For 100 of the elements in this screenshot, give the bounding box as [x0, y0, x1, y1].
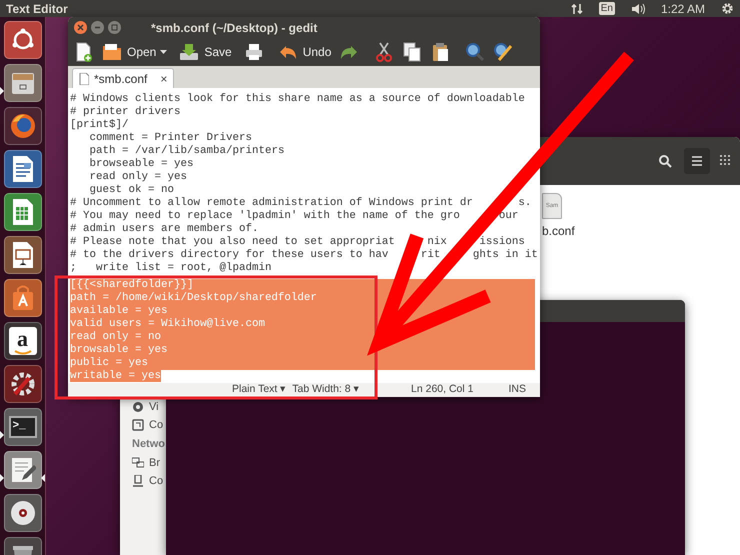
code-text: ghts in it: [472, 249, 538, 261]
code-text: # Please note that you also need to set appropriat: [70, 236, 395, 248]
new-document-icon: [74, 42, 92, 62]
download-arrow-icon: [179, 42, 200, 62]
globe-icon: [8, 112, 36, 140]
sidebar-item[interactable]: Co: [149, 472, 164, 490]
code-text: # admin users are members of.: [70, 223, 258, 235]
close-button[interactable]: [74, 21, 87, 34]
launcher-item[interactable]: [4, 279, 42, 317]
code-text: read only = no: [70, 331, 161, 343]
code-text: # to the drivers directory for these users to hav: [70, 249, 388, 261]
launcher-item[interactable]: [4, 236, 42, 274]
tab-close-button[interactable]: ×: [160, 70, 168, 88]
search-icon: [658, 154, 672, 168]
list-icon: [690, 154, 704, 168]
settings-icon[interactable]: [721, 2, 734, 15]
code-text: # printer drivers: [70, 106, 180, 118]
code-text: available = yes: [70, 305, 168, 317]
app-title: Text Editor: [6, 0, 68, 18]
code-text: read only = yes: [90, 171, 187, 183]
save-button[interactable]: Save: [177, 39, 234, 65]
disk-icon: [132, 401, 144, 413]
code-text: rit: [420, 249, 440, 261]
sidebar-item[interactable]: Vi: [149, 398, 159, 416]
sidebar-heading: Netwo: [132, 436, 166, 452]
keyboard-layout-indicator[interactable]: En: [598, 2, 615, 15]
printer-icon: [244, 42, 264, 62]
launcher-item[interactable]: [4, 21, 42, 59]
code-text: s.: [518, 197, 532, 209]
smile-arc-icon: [14, 350, 32, 354]
copy-icon: [403, 42, 422, 62]
clock[interactable]: 1:22 AM: [660, 0, 705, 18]
status-text: Ln 260, Col 1: [411, 383, 474, 397]
code-text: [print$]/: [70, 119, 128, 131]
search-icon: [465, 42, 486, 62]
code-text: issions: [479, 236, 525, 248]
grid-icon: [718, 154, 732, 168]
launcher-item[interactable]: a: [4, 322, 42, 360]
code-text: our: [498, 210, 518, 222]
file-name[interactable]: b.conf: [542, 224, 575, 238]
code-text: browsable = yes: [70, 344, 168, 356]
window-icon: [132, 419, 144, 431]
status-menu[interactable]: Tab Width: 8 ▾: [292, 383, 360, 397]
notepad-pencil-icon: [10, 456, 36, 484]
status-text: INS: [508, 383, 526, 397]
document-tab[interactable]: *smb.conf ×: [72, 68, 174, 88]
launcher-item[interactable]: [4, 150, 42, 188]
code-text: browseable = yes: [90, 158, 194, 170]
code-text: ; write list = root, @lpadmin: [70, 262, 272, 274]
launcher-item[interactable]: [4, 494, 42, 532]
maximize-icon: [111, 24, 118, 31]
close-icon: [77, 24, 84, 31]
code-text: # Uncomment to allow remote administration of Windows print dr: [70, 197, 473, 209]
file-icon: [79, 72, 89, 84]
open-button[interactable]: Open: [100, 39, 158, 65]
launcher-item[interactable]: [4, 193, 42, 231]
gear-wrench-icon: [8, 370, 36, 398]
code-text: nix: [427, 236, 447, 248]
list-view-button[interactable]: [684, 148, 710, 174]
launcher-item[interactable]: [4, 451, 42, 489]
launcher-item[interactable]: [4, 107, 42, 145]
code-text: # Windows clients look for this share name as a source of downloadable: [70, 93, 525, 105]
code-text: writable = yes: [70, 370, 161, 382]
text-area[interactable]: [68, 88, 540, 383]
drawer-icon: [10, 70, 36, 96]
minimize-button[interactable]: [91, 21, 104, 34]
maximize-button[interactable]: [108, 21, 121, 34]
find-replace-icon: [493, 42, 514, 62]
code-text: path = /var/lib/samba/printers: [90, 145, 284, 157]
prompt-glyph: >_: [8, 416, 36, 438]
code-text: # You may need to replace 'lpadmin' with the name of the gro: [70, 210, 460, 222]
sidebar-item[interactable]: Br: [149, 454, 160, 472]
code-text: guest ok = no: [90, 184, 174, 196]
status-menu[interactable]: Plain Text ▾: [232, 383, 286, 397]
network-icon: [132, 457, 144, 469]
disc-icon: [8, 499, 36, 527]
code-text: public = yes: [70, 357, 148, 369]
presentation-icon: [10, 241, 34, 269]
redo-arrow-icon: [339, 43, 360, 61]
network-arrows-icon: [570, 2, 583, 14]
minimize-icon: [94, 24, 101, 31]
launcher-glyph: a: [17, 328, 28, 350]
code-text: comment = Printer Drivers: [90, 132, 252, 144]
code-text: valid users = Wikihow@live.com: [70, 318, 265, 330]
volume-icon[interactable]: [630, 2, 645, 14]
scissors-icon: [375, 42, 394, 62]
undo-button[interactable]: Undo: [276, 39, 334, 65]
clipboard-icon: [431, 42, 450, 62]
sidebar-item[interactable]: Co: [149, 416, 164, 434]
document-icon: [10, 155, 34, 183]
launcher-item[interactable]: [4, 365, 42, 403]
code-text: [{{<sharedfolder}}]: [70, 279, 194, 291]
computer-icon: [132, 475, 144, 487]
launcher-item[interactable]: [4, 64, 42, 102]
folder-icon: [102, 42, 122, 62]
code-text: path = /home/wiki/Desktop/sharedfolder: [70, 292, 317, 304]
launcher-item[interactable]: >_: [4, 408, 42, 446]
window-title: *smb.conf (~/Desktop) - gedit: [151, 20, 318, 36]
caret-icon: [160, 50, 168, 54]
spreadsheet-icon: [10, 198, 34, 226]
